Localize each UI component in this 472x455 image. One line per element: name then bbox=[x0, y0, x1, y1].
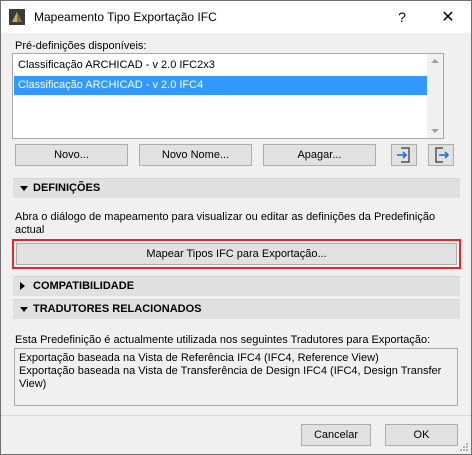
preset-item-ifc4[interactable]: Classificação ARCHICAD - v 2.0 IFC4 bbox=[14, 76, 442, 95]
delete-preset-button[interactable]: Apagar... bbox=[263, 144, 376, 166]
related-translators-list: Exportação baseada na Vista de Referênci… bbox=[14, 348, 458, 406]
presets-label: Pré-definições disponíveis: bbox=[15, 40, 147, 52]
rename-preset-button[interactable]: Novo Nome... bbox=[139, 144, 252, 166]
map-ifc-types-button[interactable]: Mapear Tipos IFC para Exportação... bbox=[16, 243, 457, 265]
translators-section-title: TRADUTORES RELACIONADOS bbox=[33, 303, 202, 315]
preset-item-ifc2x3[interactable]: Classificação ARCHICAD - v 2.0 IFC2x3 bbox=[14, 56, 442, 75]
translator-item: Exportação baseada na Vista de Referênci… bbox=[19, 352, 379, 364]
footer-divider bbox=[1, 415, 471, 416]
compatibility-section-header[interactable]: COMPATIBILIDADE bbox=[13, 276, 460, 296]
preset-list[interactable]: Classificação ARCHICAD - v 2.0 IFC2x3 Cl… bbox=[12, 53, 444, 139]
resize-grip-icon[interactable] bbox=[459, 442, 469, 452]
ok-button[interactable]: OK bbox=[385, 424, 458, 446]
close-button[interactable]: ✕ bbox=[431, 1, 465, 33]
archicad-app-icon bbox=[9, 9, 25, 25]
scroll-down-icon[interactable] bbox=[431, 129, 439, 133]
definitions-section-title: DEFINIÇÕES bbox=[33, 182, 101, 194]
scroll-up-icon[interactable] bbox=[431, 59, 439, 63]
help-button[interactable]: ? bbox=[385, 1, 419, 33]
import-icon bbox=[396, 147, 412, 163]
translators-description: Esta Predefinição é actualmente utilizad… bbox=[15, 334, 431, 346]
new-preset-button[interactable]: Novo... bbox=[15, 144, 128, 166]
definitions-description: Abra o diálogo de mapeamento para visual… bbox=[15, 211, 436, 236]
export-icon bbox=[433, 147, 449, 163]
expand-triangle-icon bbox=[20, 282, 25, 290]
import-preset-button[interactable] bbox=[391, 144, 417, 166]
window-title: Mapeamento Tipo Exportação IFC bbox=[34, 10, 217, 24]
dialog-window: Mapeamento Tipo Exportação IFC ? ✕ Pré-d… bbox=[0, 0, 472, 455]
compatibility-section-title: COMPATIBILIDADE bbox=[33, 280, 135, 292]
translators-section-header[interactable]: TRADUTORES RELACIONADOS bbox=[13, 299, 460, 319]
translator-item: Exportação baseada na Vista de Transferê… bbox=[19, 365, 442, 390]
collapse-triangle-icon bbox=[20, 186, 28, 191]
cancel-button[interactable]: Cancelar bbox=[301, 424, 371, 446]
collapse-triangle-icon bbox=[20, 307, 28, 312]
export-preset-button[interactable] bbox=[428, 144, 454, 166]
definitions-section-header[interactable]: DEFINIÇÕES bbox=[13, 178, 460, 198]
title-bar[interactable]: Mapeamento Tipo Exportação IFC ? ✕ bbox=[1, 1, 471, 33]
preset-list-scrollbar[interactable] bbox=[427, 54, 443, 138]
